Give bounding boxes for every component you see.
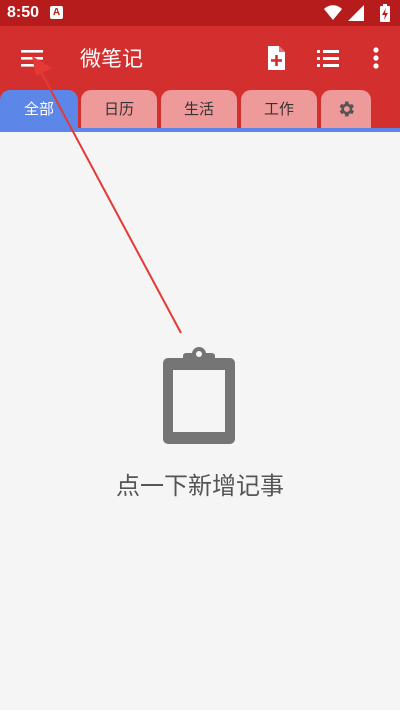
tab-label: 工作 xyxy=(263,100,294,118)
list-view-button[interactable] xyxy=(312,42,344,74)
status-time: 8:50 xyxy=(7,4,40,21)
signal-icon xyxy=(348,5,364,21)
app-title: 微笔记 xyxy=(80,47,143,71)
gear-icon xyxy=(339,101,354,117)
menu-button[interactable] xyxy=(16,42,48,74)
tab-label: 全部 xyxy=(23,100,54,118)
menu-icon xyxy=(21,50,43,67)
clipboard-icon xyxy=(163,347,235,444)
new-note-icon xyxy=(268,46,285,70)
tab-all[interactable]: 全部 xyxy=(0,90,78,128)
tab-label: 生活 xyxy=(183,100,214,118)
tab-settings[interactable] xyxy=(321,90,371,128)
battery-icon xyxy=(380,4,390,22)
new-note-button[interactable] xyxy=(260,42,292,74)
notes-list-empty[interactable]: 点一下新增记事 xyxy=(0,132,400,710)
tab-calendar[interactable]: 日历 xyxy=(81,90,157,128)
list-view-icon xyxy=(317,50,339,67)
status-bar: 8:50 A xyxy=(0,0,400,26)
more-vertical-icon xyxy=(373,47,379,69)
app-bar: 微笔记 xyxy=(0,26,400,90)
tab-bar: 全部 日历 生活 工作 xyxy=(0,90,400,128)
empty-state-message: 点一下新增记事 xyxy=(116,472,284,500)
tab-label: 日历 xyxy=(103,100,134,118)
tab-work[interactable]: 工作 xyxy=(241,90,317,128)
tab-life[interactable]: 生活 xyxy=(161,90,237,128)
more-options-button[interactable] xyxy=(360,42,392,74)
wifi-icon xyxy=(324,5,342,20)
notification-badge: A xyxy=(50,6,63,19)
